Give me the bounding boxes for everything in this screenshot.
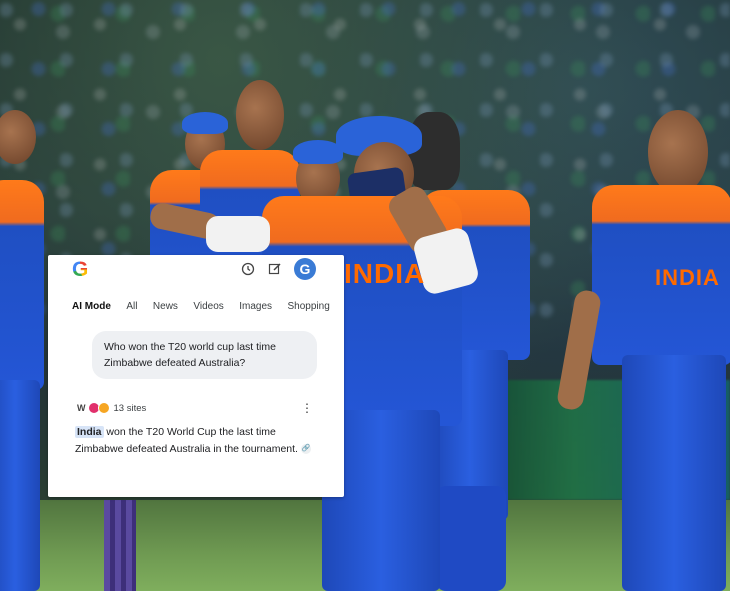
tab-ai-mode[interactable]: AI Mode bbox=[72, 301, 111, 312]
source-logo-icon bbox=[97, 402, 110, 414]
jersey-wordmark-right: INDIA bbox=[655, 265, 720, 290]
tab-videos[interactable]: Videos bbox=[193, 301, 223, 312]
sources-row[interactable]: W 13 sites bbox=[77, 401, 146, 415]
google-g-logo-icon[interactable]: G bbox=[72, 259, 94, 281]
sources-count: 13 sites bbox=[113, 402, 147, 414]
ai-answer: India won the T20 World Cup the last tim… bbox=[75, 424, 315, 458]
card-topbar: G G bbox=[48, 255, 344, 285]
tab-images[interactable]: Images bbox=[239, 301, 272, 312]
jersey-wordmark-centre: INDIA bbox=[344, 258, 426, 289]
more-options-icon[interactable]: ⋮ bbox=[301, 401, 313, 415]
search-tabs: AI Mode All News Videos Images Shopping bbox=[72, 296, 344, 314]
edit-icon[interactable] bbox=[267, 262, 283, 278]
ai-mode-card: G G AI Mode All News Videos Images Shopp… bbox=[48, 255, 344, 497]
history-icon[interactable] bbox=[240, 262, 256, 278]
stumps bbox=[104, 500, 136, 591]
account-avatar[interactable]: G bbox=[294, 258, 316, 280]
link-icon[interactable]: 🔗 bbox=[300, 444, 311, 455]
answer-highlight: India bbox=[75, 426, 104, 438]
tab-news[interactable]: News bbox=[153, 301, 178, 312]
user-query-bubble: Who won the T20 world cup last time Zimb… bbox=[92, 331, 317, 379]
tab-all[interactable]: All bbox=[126, 301, 137, 312]
source-w-icon: W bbox=[77, 403, 86, 413]
answer-text: won the T20 World Cup the last time Zimb… bbox=[75, 426, 298, 455]
tab-shopping[interactable]: Shopping bbox=[288, 301, 330, 312]
